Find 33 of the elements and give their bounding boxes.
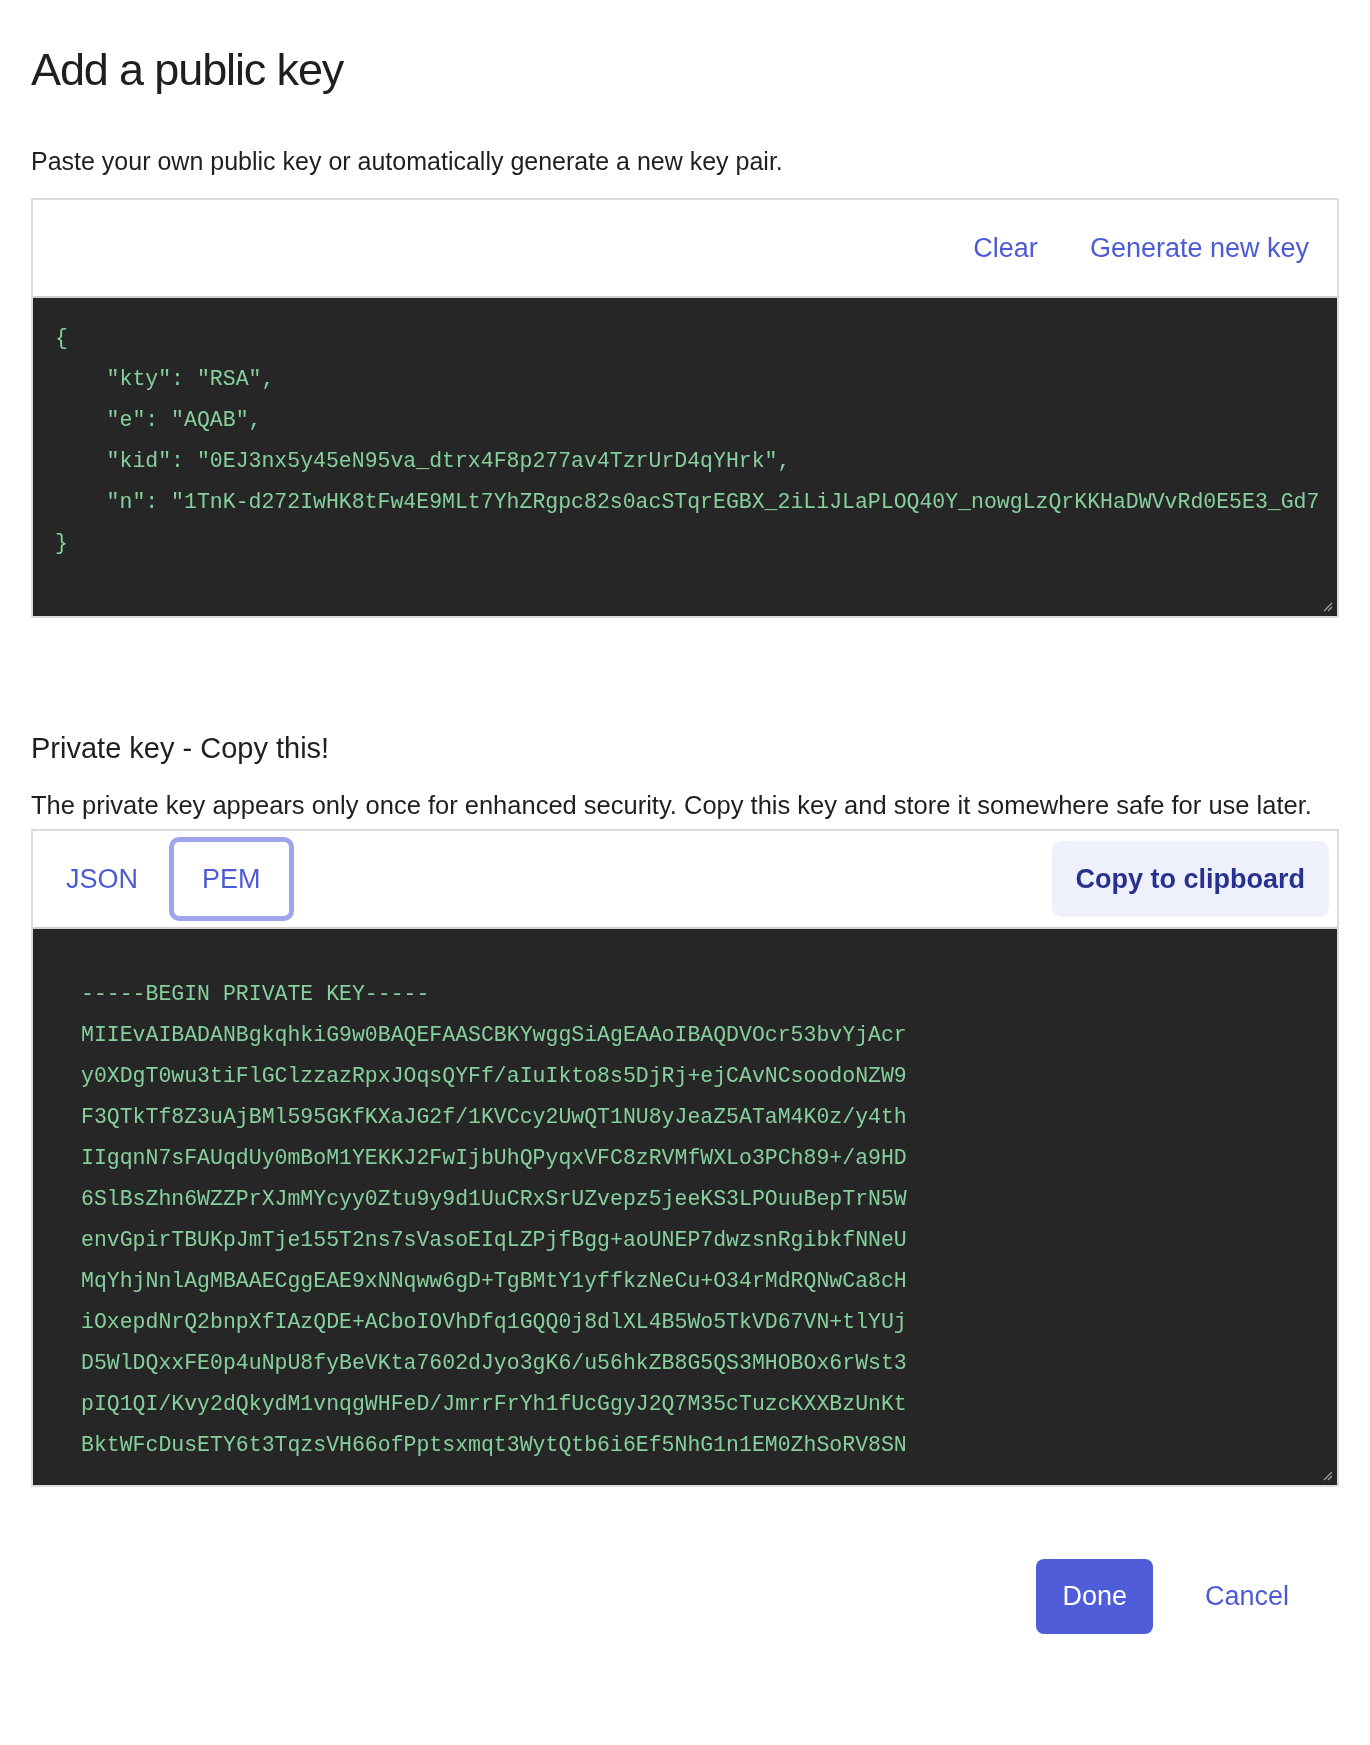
format-tab[interactable]: JSON <box>41 837 163 921</box>
code-line: IIgqnN7sFAUqdUy0mBoM1YEKKJ2FwIjbUhQPyqxVFC8zRVMfWXLo3PCh89+/a9HD <box>81 1145 907 1172</box>
generate-key-link[interactable]: Generate new key <box>1089 227 1309 269</box>
code-line: iOxepdNrQ2bnpXfIAzQDE+ACboIOVhDfq1GQQ0j8dlXL4B5Wo5TkVD67VN+tlYUj <box>81 1309 907 1336</box>
resize-handle-icon[interactable] <box>1321 1469 1333 1481</box>
done-button[interactable]: Done <box>1036 1559 1153 1634</box>
code-line: D5WlDQxxFE0p4uNpU8fyBeVKta7602dJyo3gK6/u56hkZB8G5QS3MHOBOx6rWst3 <box>81 1350 907 1377</box>
code-line: F3QTkTf8Z3uAjBMl595GKfKXaJG2f/1KVCcy2UwQT1NU8yJeaZ5ATaM4K0z/y4th <box>81 1104 907 1131</box>
description-text: The private key appears only once for enhanced security. Copy this key and store it somewhere safe for use later. <box>31 790 1313 821</box>
private-key-textarea[interactable] <box>33 929 1337 1485</box>
code-line: } <box>55 530 68 557</box>
code-line: "n": "1TnK-d272IwHK8tFw4E9MLt7YhZRgpc82s0acSTqrEGBX_2iLiJLaPLOQ40Y_nowgLzQrKKHaDWVvRd0E5E3_Gd7 <box>105 489 1320 516</box>
code-line: "kty": "RSA", <box>105 366 275 393</box>
code-line: BktWFcDusETY6t3TqzsVH66ofPptsxmqt3WytQtb6i6Ef5NhG1n1EM0ZhSoRV8SN <box>81 1432 907 1459</box>
code-line: MqYhjNnlAgMBAAECggEAE9xNNqww6gD+TgBMtY1yffkzNeCu+O34rMdRQNwCa8cH <box>81 1268 907 1295</box>
code-line: envGpirTBUKpJmTje155T2ns7sVasoEIqLZPjfBgg+aoUNEP7dwzsnRgibkfNNeU <box>81 1227 907 1254</box>
code-line: "e": "AQAB", <box>105 407 262 434</box>
code-line: 6SlBsZhn6WZZPrXJmMYcyy0Ztu9y9d1UuCRxSrUZvepz5jeeKS3LPOuuBepTrN5W <box>81 1186 907 1213</box>
code-line: { <box>55 325 68 352</box>
resize-handle-icon[interactable] <box>1321 600 1333 612</box>
copy-to-clipboard-button[interactable]: Copy to clipboard <box>1051 841 1329 917</box>
format-tab[interactable]: PEM <box>169 837 294 921</box>
code-line: -----BEGIN PRIVATE KEY----- <box>81 981 430 1008</box>
code-line: "kid": "0EJ3nx5y45eN95va_dtrx4F8p277av4TzrUrD4qYHrk", <box>105 448 791 475</box>
intro-text: Paste your own public key or automatically generate a new key pair. <box>31 146 784 177</box>
code-line: y0XDgT0wu3tiFlGClzzazRpxJOqsQYFf/aIuIkto8s5DjRj+ejCAvNCsoodoNZW9 <box>81 1063 907 1090</box>
section-heading: Private key - Copy this! <box>31 731 331 766</box>
dialog-title: Add a public key <box>31 43 345 97</box>
code-line: pIQ1QI/Kvy2dQkydM1vnqgWHFeD/JmrrFrYh1fUcGgyJ2Q7M35cTuzcKXXBzUnKt <box>81 1391 907 1418</box>
public-key-textarea[interactable]: { "kty": "RSA", "e": "AQAB", "kid": "0EJ3nx5y45eN95va_dtrx4F8p277av4TzrUrD4qYHrk", "n": "1TnK-d272IwHK8tFw4E9MLt7YhZRgpc82s0acSTqrEGBX_2iLiJLaPLOQ40Y_nowgLzQrKKHaDWVvRd0E5E3_Gd7 } <box>33 298 1337 616</box>
code-line: MIIEvAIBADANBgkqhkiG9w0BAQEFAASCBKYwggSiAgEAAoIBAQDVOcr53bvYjAcr <box>81 1022 907 1049</box>
cancel-link[interactable]: Cancel <box>1202 1559 1291 1634</box>
clear-link[interactable]: Clear <box>973 227 1038 269</box>
